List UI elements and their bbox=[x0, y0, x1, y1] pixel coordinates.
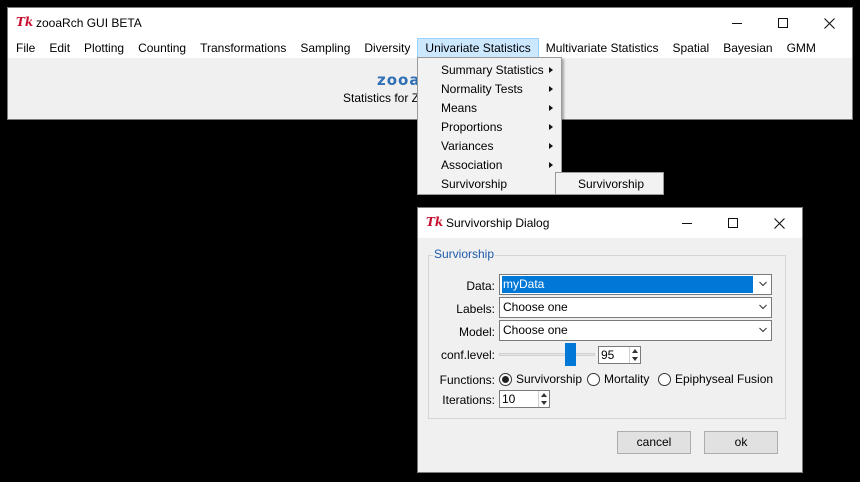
dialog-title: Survivorship Dialog bbox=[446, 216, 550, 230]
menu-transformations[interactable]: Transformations bbox=[193, 38, 293, 58]
menu-multivariate-statistics[interactable]: Multivariate Statistics bbox=[539, 38, 666, 58]
dialog-maximize-button[interactable] bbox=[710, 208, 756, 238]
tk-feather-icon: Tk bbox=[16, 15, 34, 29]
data-value: myData bbox=[502, 276, 753, 293]
menu-item-survivorship[interactable]: Survivorship bbox=[418, 175, 561, 194]
model-combobox[interactable]: Choose one bbox=[499, 320, 772, 341]
brand-logo: zooa bbox=[377, 71, 421, 89]
menu-diversity[interactable]: Diversity bbox=[357, 38, 417, 58]
labels-combobox[interactable]: Choose one bbox=[499, 297, 772, 318]
menu-univariate-statistics[interactable]: Univariate Statistics bbox=[417, 38, 539, 58]
radio-circle[interactable] bbox=[658, 372, 671, 386]
brand-subtitle: Statistics for Z bbox=[343, 91, 420, 105]
iterations-spinbox[interactable]: 10 bbox=[499, 390, 550, 408]
menu-item-summary-statistics[interactable]: Summary Statistics bbox=[418, 61, 561, 80]
functions-label: Functions: bbox=[439, 373, 495, 387]
chevron-down-icon bbox=[759, 281, 767, 287]
menu-item-variances[interactable]: Variances bbox=[418, 137, 561, 156]
close-icon bbox=[773, 217, 785, 229]
menu-spatial[interactable]: Spatial bbox=[665, 38, 716, 58]
dialog-close-button[interactable] bbox=[756, 208, 802, 238]
submenu-item-survivorship[interactable]: Survivorship bbox=[556, 174, 663, 194]
menu-file[interactable]: File bbox=[9, 38, 42, 58]
menu-bayesian[interactable]: Bayesian bbox=[716, 38, 779, 58]
radio-label: Mortality bbox=[604, 372, 650, 386]
data-label: Data: bbox=[466, 279, 495, 293]
radio-selected-dot bbox=[502, 375, 509, 383]
close-button[interactable] bbox=[806, 8, 852, 38]
dialog-titlebar[interactable]: Tk Survivorship Dialog bbox=[418, 208, 802, 238]
spin-down-icon[interactable] bbox=[632, 357, 638, 361]
menu-item-means[interactable]: Means bbox=[418, 99, 561, 118]
close-icon bbox=[823, 17, 835, 29]
labels-value: Choose one bbox=[503, 300, 568, 314]
radio-circle[interactable] bbox=[499, 372, 512, 386]
univariate-statistics-menu: Summary Statistics Normality Tests Means… bbox=[417, 57, 562, 195]
submenu-arrow-icon bbox=[549, 86, 553, 92]
submenu-arrow-icon bbox=[549, 67, 553, 73]
spin-up-icon[interactable] bbox=[541, 393, 547, 397]
model-value: Choose one bbox=[503, 323, 568, 337]
menu-item-label: Means bbox=[441, 101, 478, 115]
dialog-minimize-button[interactable] bbox=[664, 208, 710, 238]
minimize-icon bbox=[732, 22, 742, 24]
data-combobox[interactable]: myData bbox=[499, 274, 772, 295]
submenu-arrow-icon bbox=[549, 162, 553, 168]
menu-item-proportions[interactable]: Proportions bbox=[418, 118, 561, 137]
radio-survivorship[interactable]: Survivorship bbox=[499, 372, 582, 386]
radio-circle[interactable] bbox=[587, 372, 600, 386]
menu-item-association[interactable]: Association bbox=[418, 156, 561, 175]
maximize-icon bbox=[778, 18, 788, 28]
ok-button[interactable]: ok bbox=[704, 431, 778, 454]
conf-level-label: conf.level: bbox=[440, 348, 495, 362]
maximize-icon bbox=[728, 218, 738, 228]
menu-gmm[interactable]: GMM bbox=[780, 38, 823, 58]
radio-mortality[interactable]: Mortality bbox=[587, 372, 649, 386]
menu-item-label: Normality Tests bbox=[441, 82, 523, 96]
minimize-button[interactable] bbox=[714, 8, 760, 38]
survivorship-dialog: Tk Survivorship Dialog Surviorship Data:… bbox=[417, 207, 803, 473]
spin-arrows[interactable] bbox=[629, 347, 640, 363]
menu-sampling[interactable]: Sampling bbox=[293, 38, 357, 58]
conf-level-slider-thumb[interactable] bbox=[565, 343, 576, 366]
conf-level-value: 95 bbox=[601, 348, 615, 362]
conf-level-spinbox[interactable]: 95 bbox=[598, 346, 641, 364]
iterations-label: Iterations: bbox=[442, 393, 495, 407]
conf-level-slider-track[interactable] bbox=[499, 353, 595, 356]
menu-edit[interactable]: Edit bbox=[42, 38, 77, 58]
survivorship-submenu: Survivorship bbox=[555, 172, 664, 195]
chevron-down-icon bbox=[759, 327, 767, 333]
menu-item-label: Summary Statistics bbox=[441, 63, 544, 77]
menu-counting[interactable]: Counting bbox=[131, 38, 193, 58]
iterations-value: 10 bbox=[502, 392, 516, 406]
main-window-title: zooaRch GUI BETA bbox=[36, 16, 142, 30]
group-label: Surviorship bbox=[433, 247, 496, 261]
radio-label: Survivorship bbox=[516, 372, 583, 386]
tk-feather-icon: Tk bbox=[426, 215, 444, 229]
spin-arrows[interactable] bbox=[538, 391, 549, 407]
spin-down-icon[interactable] bbox=[541, 401, 547, 405]
main-titlebar[interactable]: Tk zooaRch GUI BETA bbox=[8, 8, 852, 38]
cancel-button[interactable]: cancel bbox=[617, 431, 691, 454]
menu-item-normality-tests[interactable]: Normality Tests bbox=[418, 80, 561, 99]
spin-up-icon[interactable] bbox=[632, 349, 638, 353]
menu-item-label: Variances bbox=[441, 139, 494, 153]
model-label: Model: bbox=[458, 325, 495, 339]
menubar: File Edit Plotting Counting Transformati… bbox=[8, 38, 852, 58]
maximize-button[interactable] bbox=[760, 8, 806, 38]
menu-item-label: Proportions bbox=[441, 120, 503, 134]
submenu-arrow-icon bbox=[549, 105, 553, 111]
radio-epiphyseal-fusion[interactable]: Epiphyseal Fusion bbox=[658, 372, 773, 386]
radio-label: Epiphyseal Fusion bbox=[675, 372, 774, 386]
chevron-down-icon bbox=[759, 304, 767, 310]
minimize-icon bbox=[682, 222, 692, 224]
submenu-arrow-icon bbox=[549, 124, 553, 130]
menu-item-label: Association bbox=[441, 158, 503, 172]
submenu-arrow-icon bbox=[549, 143, 553, 149]
labels-label: Labels: bbox=[456, 302, 495, 316]
menu-plotting[interactable]: Plotting bbox=[77, 38, 131, 58]
menu-item-label: Survivorship bbox=[441, 177, 508, 191]
